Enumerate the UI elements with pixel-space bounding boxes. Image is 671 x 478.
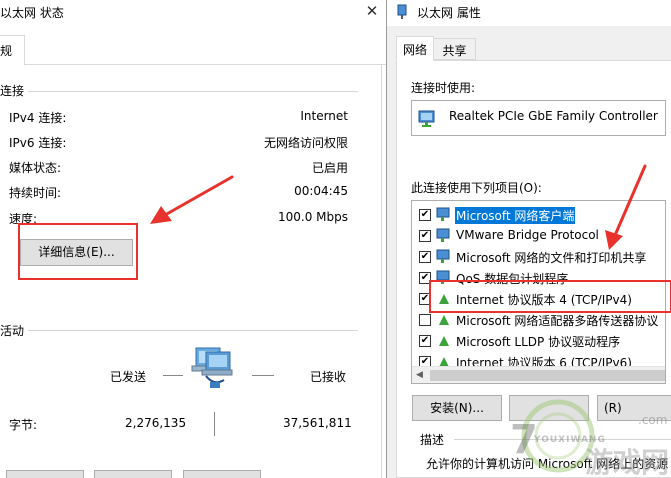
speed-label: 速度: (9, 212, 38, 226)
sent-label: 已发送 (110, 370, 147, 384)
item-checkbox[interactable]: ✔ (419, 293, 431, 305)
description-text: 允许你的计算机访问 Microsoft 网络上的资源 (426, 457, 669, 471)
diagnose-button-partial[interactable] (183, 470, 261, 478)
ipv6-value: 无网络访问权限 (263, 136, 348, 150)
list-item[interactable]: ✔ VMware Bridge Protocol (412, 225, 665, 246)
bytes-divider (214, 412, 215, 436)
uninstall-button[interactable] (509, 395, 589, 421)
item-properties-button[interactable]: (R) (597, 395, 671, 421)
items-label: 此连接使用下列项目(O): (411, 181, 542, 195)
bytes-received-value: 37,561,811 (283, 416, 352, 430)
item-label: Microsoft 网络适配器多路传送器协议 (456, 314, 659, 328)
list-item[interactable]: ✔ Microsoft 网络的文件和打印机共享 (412, 246, 665, 267)
network-adapter-icon (397, 4, 407, 19)
protocol-icon (439, 336, 449, 346)
connection-divider (28, 91, 358, 92)
disable-button-partial[interactable] (94, 470, 172, 478)
properties-button-partial[interactable] (6, 470, 84, 478)
list-item[interactable]: ✔ Microsoft LLDP 协议驱动程序 (412, 330, 665, 351)
item-checkbox[interactable] (419, 314, 431, 326)
network-service-icon (436, 249, 450, 263)
item-label: Microsoft LLDP 协议驱动程序 (456, 335, 621, 349)
item-checkbox[interactable]: ✔ (419, 251, 431, 263)
activity-section-title: 活动 (0, 324, 25, 338)
list-item[interactable]: ✔ Microsoft 网络客户端 (412, 204, 665, 225)
item-label: VMware Bridge Protocol (456, 228, 599, 242)
list-item[interactable]: ✔ Internet 协议版本 4 (TCP/IPv4) (412, 288, 665, 309)
description-label: 描述 (420, 433, 445, 447)
item-label: QoS 数据包计划程序 (456, 272, 569, 286)
connect-using-label: 连接时使用: (411, 81, 476, 95)
network-activity-icon (191, 347, 233, 388)
received-label: 已接收 (310, 370, 347, 384)
protocol-icon (439, 294, 449, 304)
components-list[interactable]: ✔ Microsoft 网络客户端 ✔ VMware Bridge Protoc… (411, 200, 666, 384)
ethernet-properties-window: 以太网 属性 网络 共享 连接时使用: Realtek PCIe GbE Fam… (386, 0, 671, 478)
protocol-icon (439, 315, 449, 325)
item-checkbox[interactable]: ✔ (419, 209, 431, 221)
item-label: Internet 协议版本 4 (TCP/IPv4) (456, 293, 632, 307)
item-checkbox[interactable]: ✔ (419, 272, 431, 284)
tab-network[interactable]: 网络 (396, 36, 434, 61)
status-tab-strip (0, 35, 386, 65)
item-label: Microsoft 网络的文件和打印机共享 (456, 251, 647, 265)
list-horizontal-scrollbar[interactable]: ◀ (412, 366, 665, 383)
received-line (252, 375, 274, 376)
ipv4-value: Internet (300, 109, 348, 123)
ethernet-status-window: 以太网 状态 ✕ 规 连接 IPv4 连接: Internet IPv6 连接:… (0, 0, 386, 478)
item-checkbox[interactable]: ✔ (419, 230, 431, 242)
list-item[interactable]: Microsoft 网络适配器多路传送器协议 (412, 309, 665, 330)
description-divider (454, 439, 671, 440)
adapter-field: Realtek PCIe GbE Family Controller (411, 100, 666, 136)
network-client-icon (436, 207, 450, 221)
item-label: Microsoft 网络客户端 (455, 207, 576, 224)
scroll-left-icon[interactable]: ◀ (416, 370, 423, 380)
item-checkbox[interactable]: ✔ (419, 335, 431, 347)
network-service-icon (436, 228, 450, 242)
properties-title-bar: 以太网 属性 (387, 0, 671, 26)
details-button[interactable]: 详细信息(E)... (20, 239, 133, 266)
properties-window-title: 以太网 属性 (417, 6, 481, 20)
duration-label: 持续时间: (9, 186, 62, 200)
install-button[interactable]: 安装(N)... (412, 395, 502, 421)
media-state-value: 已启用 (311, 161, 348, 175)
media-state-label: 媒体状态: (9, 161, 62, 175)
sent-line (163, 375, 183, 376)
speed-value: 100.0 Mbps (277, 210, 348, 224)
list-item[interactable]: ✔ QoS 数据包计划程序 (412, 267, 665, 288)
ipv4-label: IPv4 连接: (9, 111, 67, 125)
connection-section-title: 连接 (0, 84, 25, 98)
tab-general[interactable]: 规 (0, 35, 25, 66)
ipv6-label: IPv6 连接: (9, 136, 67, 150)
close-icon[interactable]: ✕ (362, 2, 382, 20)
adapter-name: Realtek PCIe GbE Family Controller (449, 109, 658, 123)
activity-divider (28, 330, 358, 331)
status-window-title: 以太网 状态 (0, 6, 64, 20)
tab-sharing[interactable]: 共享 (434, 38, 476, 60)
adapter-icon (418, 110, 435, 127)
scroll-thumb[interactable] (430, 370, 665, 381)
bytes-sent-value: 2,276,135 (125, 416, 187, 430)
status-title-bar: 以太网 状态 ✕ (0, 0, 386, 26)
duration-value: 00:04:45 (294, 184, 348, 198)
network-service-icon (436, 270, 450, 284)
bytes-label: 字节: (9, 418, 38, 432)
